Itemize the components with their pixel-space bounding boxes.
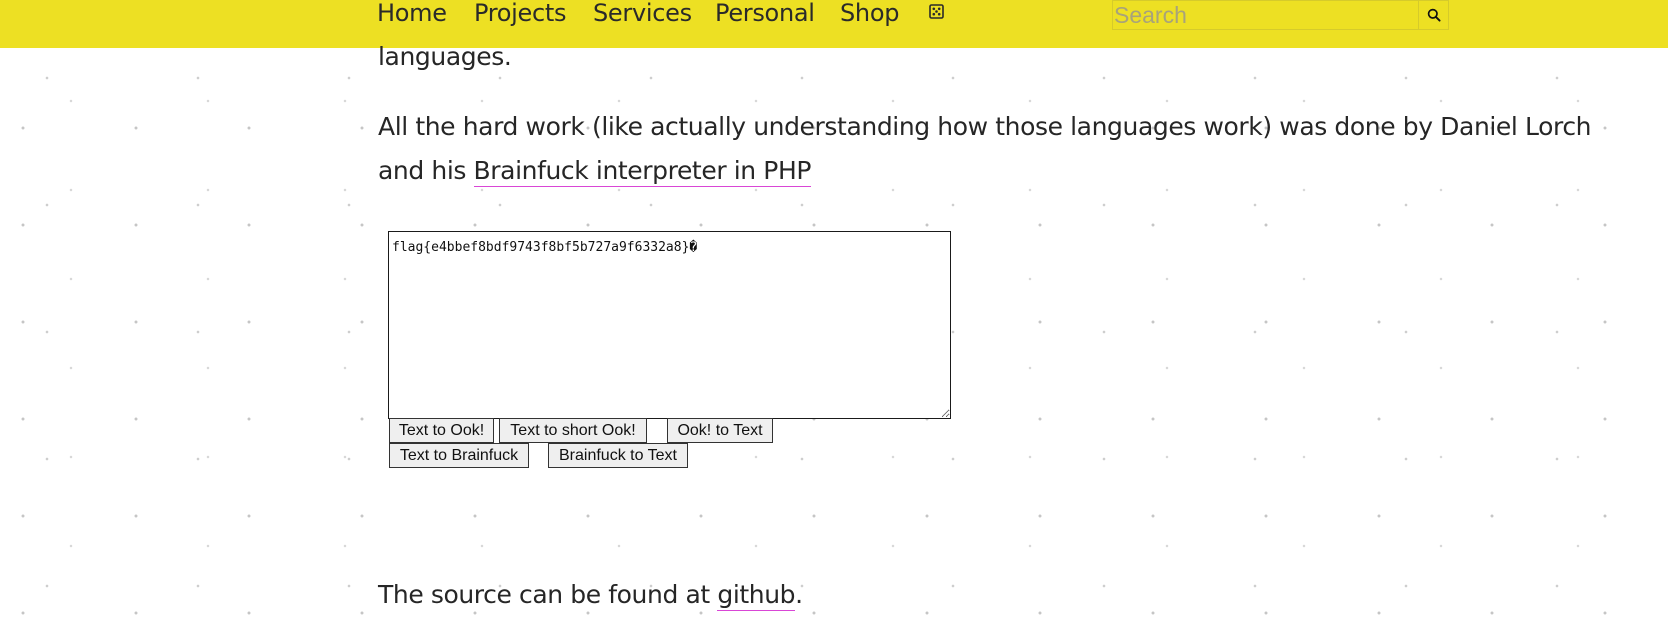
nav-personal[interactable]: Personal [715,0,815,28]
brainfuck-to-text-button[interactable]: Brainfuck to Text [548,443,688,468]
paragraph-text: The source can be found at [378,580,718,609]
ook-to-text-button[interactable]: Ook! to Text [667,418,773,443]
paragraph-source: The source can be found at github. [378,573,803,617]
paragraph-text: and his [378,156,474,185]
search-input[interactable] [1113,1,1420,29]
nav-shop[interactable]: Shop [840,0,899,28]
nav-projects[interactable]: Projects [474,0,567,28]
github-link[interactable]: github [717,580,796,611]
text-to-short-ook-button[interactable]: Text to short Ook! [499,418,647,443]
nav-home[interactable]: Home [377,0,447,28]
paragraph-languages-tail: languages. [378,42,512,71]
search-box [1112,0,1449,30]
brainfuck-interpreter-link[interactable]: Brainfuck interpreter in PHP [473,156,811,187]
nav-services[interactable]: Services [593,0,692,28]
dice-icon[interactable] [929,4,944,19]
top-navbar: Home Projects Services Personal Shop [0,0,1668,48]
converter-textarea[interactable]: flag{e4bbef8bdf9743f8bf5b727a9f6332a8}� [388,231,951,419]
text-to-brainfuck-button[interactable]: Text to Brainfuck [389,443,529,468]
search-icon [1427,8,1441,22]
paragraph-hard-work-continued: and his Brainfuck interpreter in PHP [378,149,811,193]
paragraph-hard-work: All the hard work (like actually underst… [378,112,1592,141]
text-to-ook-button[interactable]: Text to Ook! [389,418,494,443]
search-button[interactable] [1418,1,1448,29]
paragraph-period: . [795,580,803,609]
